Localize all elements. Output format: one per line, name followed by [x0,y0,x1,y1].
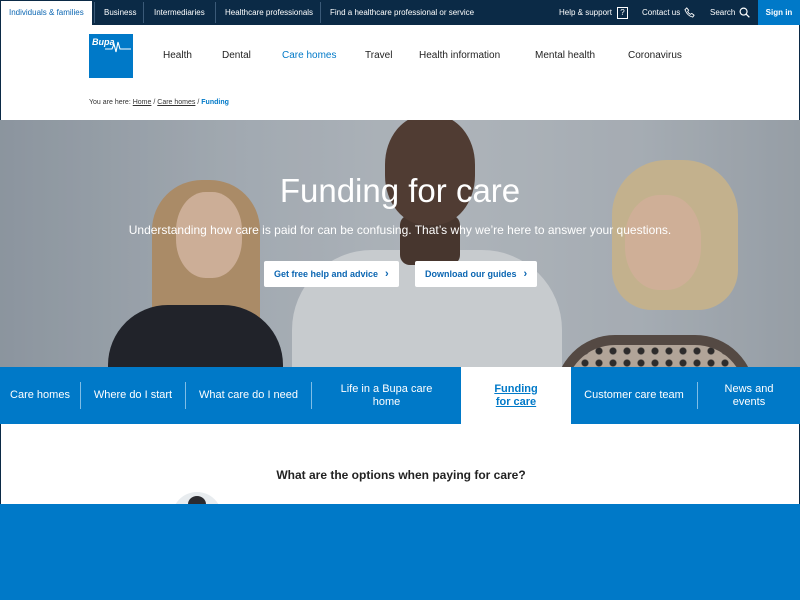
tab-funding-for-care[interactable]: Funding for care [461,367,571,424]
divider [94,2,95,23]
divider [320,2,321,23]
nav-health[interactable]: Health [163,50,192,61]
download-guides-button[interactable]: Download our guides › [415,261,538,287]
divider [143,2,144,23]
contact-us-link[interactable]: Contact us [642,0,695,25]
help-support-label: Help & support [559,8,612,17]
hero-banner: Funding for care Understanding how care … [0,120,800,367]
photo-overlay [0,120,800,367]
chevron-right-icon: › [385,268,389,280]
divider [215,2,216,23]
breadcrumb-current: Funding [201,99,229,106]
help-support-link[interactable]: Help & support? [559,0,628,25]
advisor-avatar [172,492,222,504]
tab-what-care-do-i-need[interactable]: What care do I need [186,367,311,424]
free-help-button[interactable]: Get free help and advice › [264,261,399,287]
section-heading: What are the options when paying for car… [276,468,526,482]
nav-mental-health[interactable]: Mental health [535,50,595,61]
hero-subtitle: Understanding how care is paid for can b… [128,223,672,237]
breadcrumb: You are here: Home / Care homes / Fundin… [89,99,229,106]
site-header: Bupa Health Dental Care homes Travel Hea… [0,25,800,120]
chevron-right-icon: › [523,268,528,280]
tab-life-in-bupa-care-home[interactable]: Life in a Bupa care home [312,367,461,424]
tab-news-and-events[interactable]: News and events [698,367,800,424]
search-link[interactable]: Search [710,0,751,25]
avatar-head [188,496,206,504]
tab-where-do-i-start[interactable]: Where do I start [81,367,185,424]
hero-title: Funding for care [279,172,521,209]
contact-us-label: Contact us [642,8,681,17]
tab-care-homes[interactable]: Care homes [0,367,80,424]
nav-coronavirus[interactable]: Coronavirus [628,50,682,61]
tab-intermediaries[interactable]: Intermediaries [154,0,205,25]
nav-dental[interactable]: Dental [222,50,251,61]
search-label: Search [710,8,736,17]
search-icon [739,7,751,19]
download-guides-label: Download our guides [425,269,517,279]
nav-travel[interactable]: Travel [365,50,392,61]
tab-healthcare-professionals[interactable]: Healthcare professionals [225,0,313,25]
tab-individuals-families[interactable]: Individuals & families [1,1,92,25]
sign-in-button[interactable]: Sign in [758,0,800,25]
top-utility-bar: Individuals & families Business Intermed… [0,0,800,25]
breadcrumb-care-homes[interactable]: Care homes [157,99,195,106]
breadcrumb-home[interactable]: Home [133,99,152,106]
nav-health-information[interactable]: Health information [419,50,500,61]
tab-business[interactable]: Business [104,0,136,25]
bupa-logo[interactable]: Bupa [89,34,133,78]
free-help-label: Get free help and advice [274,269,379,279]
breadcrumb-separator: / [197,99,200,106]
breadcrumb-prefix: You are here: [89,99,131,106]
help-icon: ? [616,6,628,19]
tab-find-healthcare-professional[interactable]: Find a healthcare professional or servic… [330,0,474,25]
heartbeat-icon [105,41,131,53]
breadcrumb-separator: / [153,99,156,106]
content-area: What are the options when paying for car… [0,424,800,504]
phone-icon [684,7,695,18]
section-nav: Care homes Where do I start What care do… [0,367,800,424]
tab-customer-care-team[interactable]: Customer care team [571,367,697,424]
nav-care-homes[interactable]: Care homes [282,50,336,61]
